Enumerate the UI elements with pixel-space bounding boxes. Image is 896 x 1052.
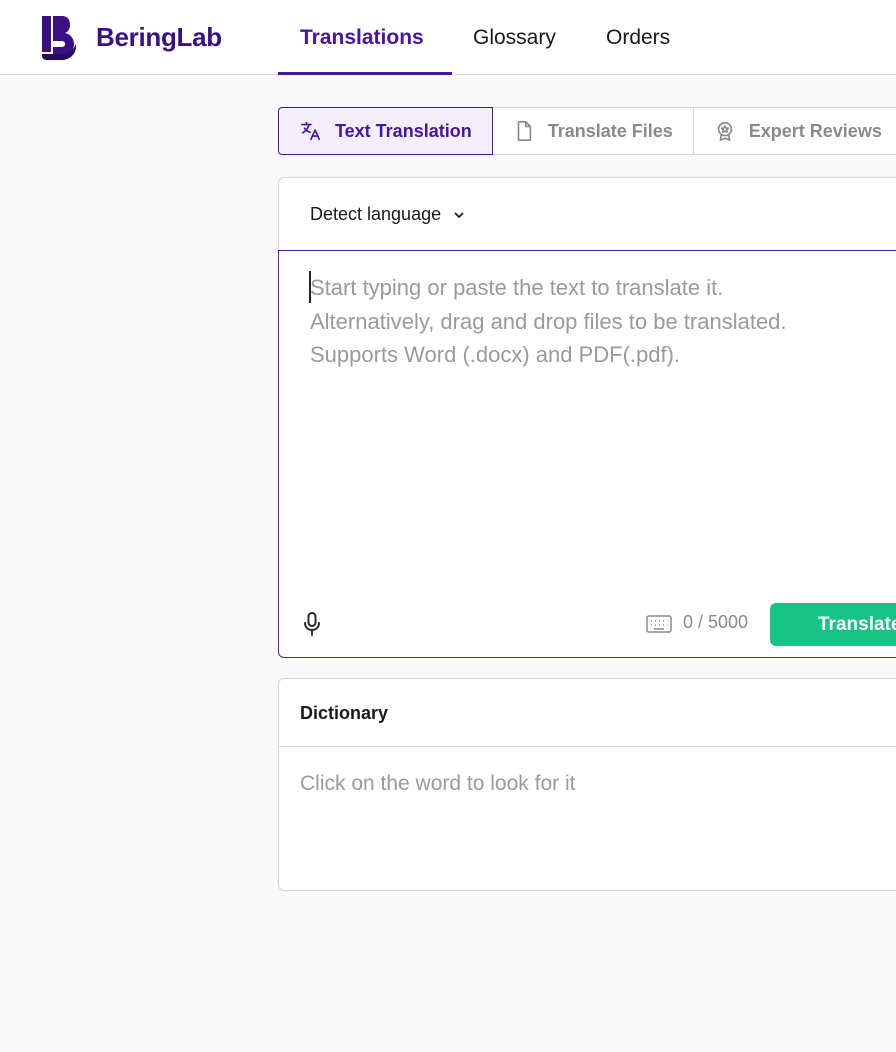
dictionary-title: Dictionary	[300, 703, 389, 723]
language-row: Detect language	[279, 178, 896, 251]
character-counter: 0 / 5000	[683, 612, 749, 632]
source-text-input[interactable]: Start typing or paste the text to transl…	[278, 250, 896, 658]
nav-tab-glossary[interactable]: Glossary	[473, 26, 556, 50]
translate-button[interactable]: Translate	[770, 603, 896, 646]
source-text-panel: Detect language Start typing or paste th…	[278, 177, 896, 658]
keyboard-icon[interactable]	[646, 614, 672, 634]
mode-translate-files[interactable]: Translate Files	[492, 107, 694, 155]
award-badge-icon	[717, 121, 733, 141]
source-language-dropdown[interactable]: Detect language	[310, 204, 465, 225]
brand-name[interactable]: BeringLab	[96, 22, 222, 53]
beringlab-logo-icon[interactable]	[42, 16, 76, 60]
placeholder-line: Start typing or paste the text to transl…	[310, 275, 724, 300]
dictionary-panel: Dictionary Click on the word to look for…	[278, 678, 896, 891]
microphone-icon[interactable]	[301, 611, 323, 637]
mode-label: Expert Reviews	[748, 120, 882, 141]
translate-icon	[301, 121, 321, 141]
divider	[279, 746, 896, 747]
source-language-label: Detect language	[310, 204, 442, 224]
active-tab-indicator	[278, 72, 452, 75]
source-text-placeholder: Start typing or paste the text to transl…	[310, 271, 896, 372]
mode-label: Text Translation	[335, 120, 472, 141]
placeholder-line: Alternatively, drag and drop files to be…	[310, 308, 787, 334]
chevron-down-icon	[454, 212, 464, 218]
mode-text-translation[interactable]: Text Translation	[278, 107, 493, 155]
mode-expert-reviews[interactable]: Expert Reviews	[693, 107, 896, 155]
top-navigation-bar: BeringLab Translations Glossary Orders	[0, 0, 896, 75]
translation-mode-selector: Text Translation Translate Files Expert …	[278, 107, 896, 155]
nav-tab-orders[interactable]: Orders	[606, 26, 670, 50]
mode-label: Translate Files	[547, 120, 673, 141]
placeholder-line: Supports Word (.docx) and PDF(.pdf).	[310, 342, 681, 367]
dictionary-hint: Click on the word to look for it	[300, 772, 576, 795]
file-icon	[517, 121, 531, 141]
nav-tab-translations[interactable]: Translations	[300, 26, 424, 50]
